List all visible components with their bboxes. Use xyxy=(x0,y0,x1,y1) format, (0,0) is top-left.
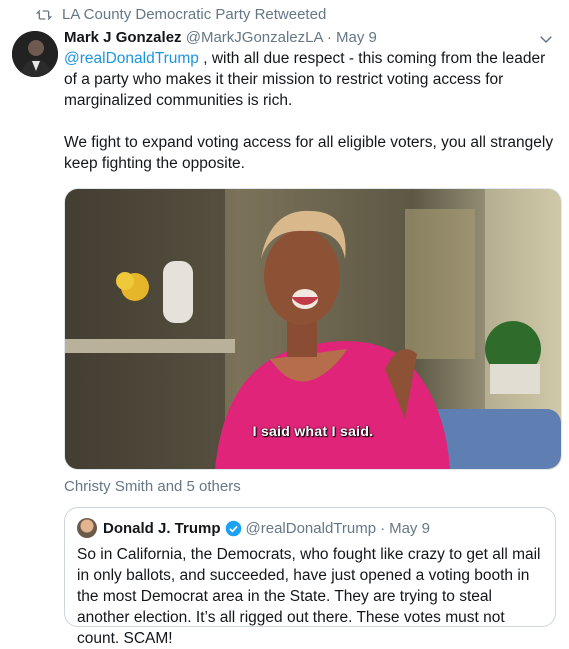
mention-link[interactable]: @realDonaldTrump xyxy=(64,50,199,67)
author-avatar[interactable] xyxy=(12,31,58,77)
retweet-icon xyxy=(36,9,52,20)
quote-avatar xyxy=(77,518,97,538)
quote-author-name: Donald J. Trump xyxy=(103,519,221,537)
retweet-context: LA County Democratic Party Retweeted xyxy=(36,6,326,23)
media-subtitle: I said what I said. xyxy=(252,423,374,439)
author-name[interactable]: Mark J Gonzalez xyxy=(64,29,182,46)
quote-author-handle: @realDonaldTrump xyxy=(245,519,377,537)
quote-separator: · xyxy=(380,519,386,537)
quote-date: May 9 xyxy=(389,519,430,537)
tweet-text: @realDonaldTrump , with all due respect … xyxy=(64,48,556,174)
social-context[interactable]: Christy Smith and 5 others xyxy=(64,478,556,495)
retweet-label[interactable]: LA County Democratic Party Retweeted xyxy=(62,6,326,23)
tweet-header: Mark J Gonzalez @MarkJGonzalezLA · May 9 xyxy=(64,28,556,48)
verified-badge-icon xyxy=(225,520,241,536)
quote-header: Donald J. Trump @realDonaldTrump · May 9 xyxy=(77,518,543,538)
author-handle[interactable]: @MarkJGonzalezLA xyxy=(186,29,323,46)
tweet: Mark J Gonzalez @MarkJGonzalezLA · May 9… xyxy=(64,28,562,647)
tweet-media-gif[interactable]: I said what I said. xyxy=(64,188,562,470)
tweet-date[interactable]: May 9 xyxy=(336,29,377,46)
quoted-tweet[interactable]: Donald J. Trump @realDonaldTrump · May 9… xyxy=(64,507,556,647)
separator-dot: · xyxy=(326,29,332,46)
tweet-text-part2: We fight to expand voting access for all… xyxy=(64,134,554,172)
quote-text: So in California, the Democrats, who fou… xyxy=(77,546,541,647)
